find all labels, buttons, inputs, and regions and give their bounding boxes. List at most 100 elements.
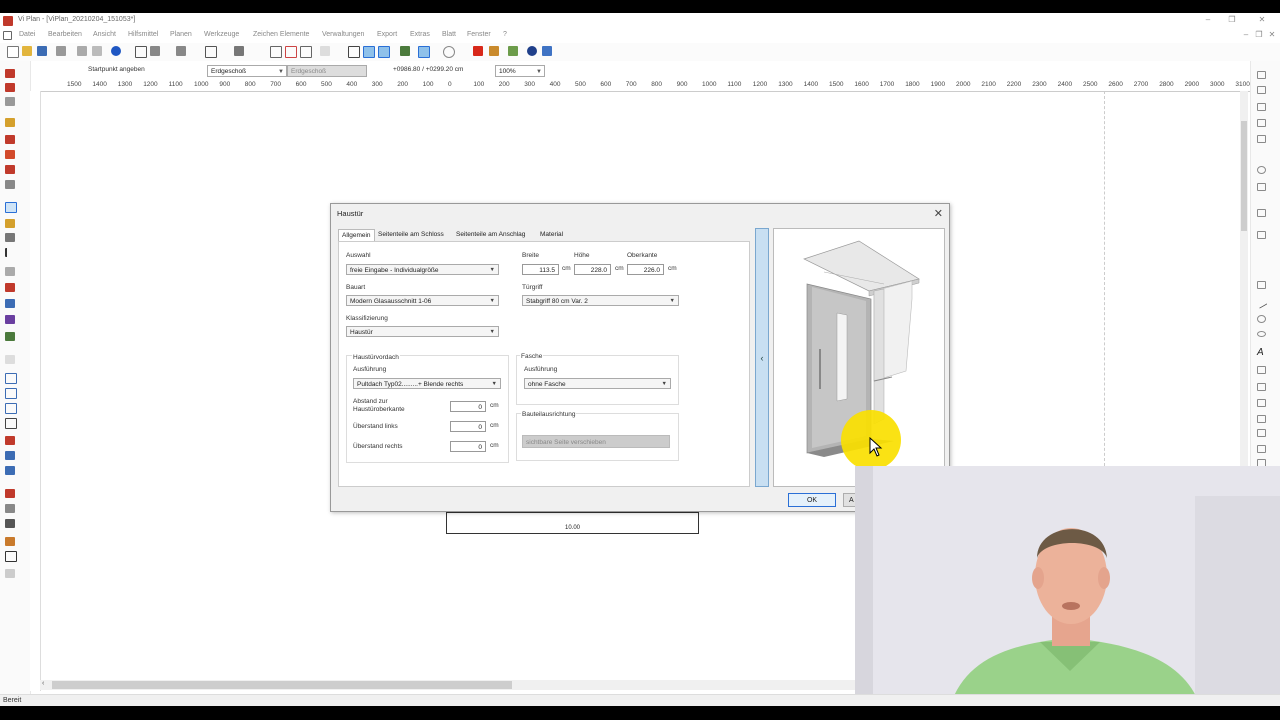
klassifizierung-select[interactable]: Haustür ▼ bbox=[346, 326, 499, 337]
symbol-tool-icon[interactable] bbox=[5, 315, 15, 324]
copy-icon[interactable] bbox=[77, 46, 87, 56]
tuergriff-select[interactable]: Stabgriff 80 cm Var. 2 ▼ bbox=[522, 295, 679, 306]
house-icon[interactable] bbox=[150, 46, 160, 56]
polyline-icon[interactable] bbox=[1257, 415, 1266, 423]
chimney-tool-icon[interactable] bbox=[5, 180, 15, 189]
menu-zeichen-elemente[interactable]: Zeichen Elemente bbox=[253, 31, 309, 38]
hatch-icon[interactable] bbox=[1257, 366, 1266, 374]
misc-tool-icon[interactable] bbox=[5, 569, 15, 578]
save-icon[interactable] bbox=[37, 46, 47, 56]
furniture-tool-icon[interactable] bbox=[5, 267, 15, 276]
zoom-in-icon[interactable] bbox=[285, 46, 297, 58]
pan-hand-icon[interactable] bbox=[320, 46, 330, 56]
menu-help[interactable]: ? bbox=[503, 31, 507, 38]
horizontal-scrollbar[interactable]: ‹ bbox=[40, 680, 855, 690]
menu-export[interactable]: Export bbox=[377, 31, 397, 38]
text-a-icon[interactable]: A bbox=[1257, 347, 1266, 358]
home-icon[interactable] bbox=[176, 46, 186, 56]
close-window-button[interactable]: ✕ bbox=[1256, 15, 1268, 25]
walk-icon[interactable] bbox=[1257, 183, 1266, 191]
vertical-scroll-thumb[interactable] bbox=[1241, 121, 1247, 231]
preview-collapse-button[interactable]: ‹ bbox=[755, 228, 769, 487]
view-top-icon[interactable] bbox=[1257, 71, 1266, 79]
section-tool-icon[interactable] bbox=[5, 451, 15, 460]
oberkante-input[interactable]: 226.0 bbox=[627, 264, 664, 275]
symbol-icon[interactable] bbox=[1257, 399, 1266, 407]
breite-input[interactable]: 113.5 bbox=[522, 264, 559, 275]
stair-tool-icon[interactable] bbox=[5, 97, 15, 106]
view-iso-icon[interactable] bbox=[1257, 119, 1266, 127]
grid-icon[interactable] bbox=[135, 46, 147, 58]
w-tool-icon[interactable] bbox=[5, 373, 17, 384]
crosshair-icon[interactable] bbox=[418, 46, 430, 58]
move-tool-icon[interactable] bbox=[5, 504, 15, 513]
menu-datei[interactable]: Datei bbox=[19, 31, 35, 38]
line-icon[interactable] bbox=[1255, 297, 1268, 309]
document-icon[interactable] bbox=[1257, 281, 1266, 289]
zoom-window-icon[interactable] bbox=[270, 46, 282, 58]
rotate-tool-icon[interactable] bbox=[5, 519, 15, 528]
pen-tool-icon[interactable] bbox=[5, 118, 15, 127]
dimension-tool-icon[interactable] bbox=[5, 436, 15, 445]
mirror-tool-icon[interactable] bbox=[5, 537, 15, 546]
vordach-ausfuehrung-select[interactable]: Pultdach Typ02.........+ Blende rechts ▼ bbox=[353, 378, 501, 389]
scroll-left-icon[interactable]: ‹ bbox=[42, 680, 44, 687]
ok-button[interactable]: OK bbox=[788, 493, 836, 507]
ueberstand-rechts-input[interactable]: 0 bbox=[450, 441, 486, 452]
view-persp-icon[interactable] bbox=[1257, 135, 1266, 143]
open-folder-icon[interactable] bbox=[22, 46, 32, 56]
building-icon[interactable] bbox=[234, 46, 244, 56]
export-icon[interactable] bbox=[508, 46, 518, 56]
abstand-input[interactable]: 0 bbox=[450, 401, 486, 412]
dialog-close-icon[interactable]: ✕ bbox=[934, 207, 943, 220]
maximize-button[interactable]: ❐ bbox=[1226, 15, 1238, 25]
snap-icon[interactable] bbox=[363, 46, 375, 58]
tab-seitenteile-anschlag[interactable]: Seitenteile am Anschlag bbox=[453, 229, 528, 241]
g-tool-icon[interactable] bbox=[5, 403, 17, 414]
grid-tool-icon[interactable] bbox=[5, 355, 15, 364]
print-icon[interactable] bbox=[56, 46, 66, 56]
wall2-tool-icon[interactable] bbox=[5, 83, 15, 92]
spline-icon[interactable] bbox=[1257, 429, 1266, 437]
layer-tool-icon[interactable] bbox=[5, 299, 15, 308]
mdi-close-button[interactable]: ✕ bbox=[1266, 30, 1278, 40]
b-tool-icon[interactable] bbox=[5, 388, 17, 399]
ortho-icon[interactable] bbox=[378, 46, 390, 58]
measure-icon[interactable] bbox=[400, 46, 410, 56]
zoom-select[interactable]: 100% ▼ bbox=[495, 65, 545, 77]
menu-ansicht[interactable]: Ansicht bbox=[93, 31, 116, 38]
ueberstand-links-input[interactable]: 0 bbox=[450, 421, 486, 432]
tools-icon[interactable] bbox=[489, 46, 499, 56]
plan-dimension-box[interactable]: 10.00 bbox=[446, 512, 699, 534]
sichtbare-seite-button[interactable]: sichtbare Seite verschieben bbox=[522, 435, 670, 448]
view-front-icon[interactable] bbox=[1257, 86, 1266, 94]
floor-select[interactable]: Erdgeschoß ▼ bbox=[207, 65, 287, 77]
menu-fenster[interactable]: Fenster bbox=[467, 31, 491, 38]
vertical-scrollbar[interactable] bbox=[1240, 91, 1248, 491]
arrow-icon[interactable] bbox=[1257, 445, 1266, 453]
tab-material[interactable]: Material bbox=[537, 229, 566, 241]
layout-icon[interactable] bbox=[205, 46, 217, 58]
dormer-tool-icon[interactable] bbox=[5, 165, 15, 174]
roof2-tool-icon[interactable] bbox=[5, 150, 15, 159]
circle-icon[interactable] bbox=[1257, 315, 1266, 323]
ellipse-icon[interactable] bbox=[1257, 331, 1266, 337]
orbit-icon[interactable] bbox=[1257, 166, 1266, 174]
euro-icon[interactable] bbox=[527, 46, 537, 56]
delete-icon[interactable] bbox=[473, 46, 483, 56]
menu-hilfsmittel[interactable]: Hilfsmittel bbox=[128, 31, 158, 38]
menu-werkzeuge[interactable]: Werkzeuge bbox=[204, 31, 239, 38]
fill-tool-icon[interactable] bbox=[5, 283, 15, 292]
column-tool-icon[interactable] bbox=[5, 233, 15, 242]
window-tool-icon[interactable] bbox=[5, 219, 15, 228]
hoehe-input[interactable]: 228.0 bbox=[574, 264, 611, 275]
paste-icon[interactable] bbox=[92, 46, 102, 56]
image-icon[interactable] bbox=[1257, 383, 1266, 391]
menu-verwaltungen[interactable]: Verwaltungen bbox=[322, 31, 364, 38]
copy-window-icon[interactable] bbox=[348, 46, 360, 58]
menu-bearbeiten[interactable]: Bearbeiten bbox=[48, 31, 82, 38]
door-tool-icon[interactable] bbox=[5, 202, 17, 213]
text-tool-icon[interactable] bbox=[5, 248, 17, 257]
bauart-select[interactable]: Modern Glasausschnitt 1-06 ▼ bbox=[346, 295, 499, 306]
auswahl-select[interactable]: freie Eingabe - Individualgröße ▼ bbox=[346, 264, 499, 275]
